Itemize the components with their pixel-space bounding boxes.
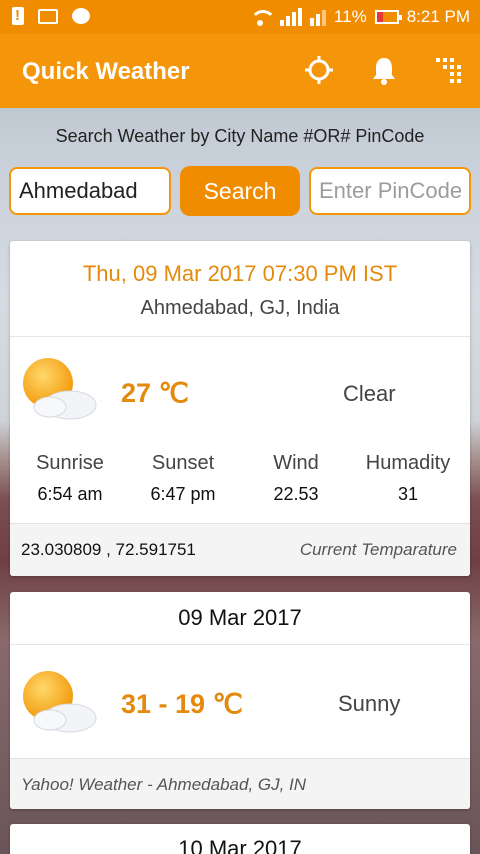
forecast-condition: Sunny <box>338 691 401 716</box>
signal-icon <box>279 8 302 26</box>
forecast-source: Yahoo! Weather - Ahmedabad, GJ, IN <box>21 775 307 794</box>
forecast-temp-range: 31 - 19 ℃ <box>121 689 243 719</box>
current-temp-label: Current Temparature <box>299 540 457 559</box>
stat-label-humidity: Humadity <box>365 452 451 474</box>
partly-cloudy-icon <box>23 671 97 733</box>
alert-notification-icon <box>12 7 24 25</box>
card-footer: Yahoo! Weather - Ahmedabad, GJ, IN <box>10 758 470 809</box>
divider <box>10 644 470 645</box>
stat-value-sunset: 6:47 pm <box>150 484 216 504</box>
forecast-card: 09 Mar 2017 31 - 19 ℃ Sunny Yahoo! Weath… <box>10 592 470 809</box>
pincode-input[interactable] <box>309 167 471 215</box>
locate-icon[interactable] <box>301 52 337 88</box>
wifi-icon <box>248 8 276 26</box>
card-footer: 23.030809 , 72.591751 Current Temparatur… <box>10 523 470 576</box>
current-temp: 27 ℃ <box>121 378 189 408</box>
forecast-card: 10 Mar 2017 <box>10 824 470 854</box>
mail-notification-icon <box>38 9 58 24</box>
current-datetime: Thu, 09 Mar 2017 07:30 PM IST <box>82 261 398 286</box>
chat-notification-icon <box>72 8 90 24</box>
coordinates: 23.030809 , 72.591751 <box>21 540 196 559</box>
stat-value-humidity: 31 <box>397 484 419 504</box>
grid-menu-icon[interactable] <box>430 52 466 88</box>
search-button[interactable]: Search <box>180 166 300 216</box>
stat-value-sunrise: 6:54 am <box>37 484 103 504</box>
current-condition: Clear <box>343 381 396 406</box>
bell-icon[interactable] <box>366 52 402 88</box>
forecast-date: 09 Mar 2017 <box>178 605 302 630</box>
stat-label-sunrise: Sunrise <box>36 452 104 474</box>
city-input[interactable] <box>9 167 171 215</box>
forecast-date: 10 Mar 2017 <box>178 836 302 854</box>
status-bar: 11% 8:21 PM <box>0 0 480 34</box>
app-title: Quick Weather <box>22 58 190 85</box>
current-weather-card: Thu, 09 Mar 2017 07:30 PM IST Ahmedabad,… <box>10 241 470 576</box>
current-location: Ahmedabad, GJ, India <box>140 297 340 319</box>
signal-icon-2 <box>309 8 326 26</box>
divider <box>10 336 470 337</box>
battery-icon <box>374 10 402 24</box>
clock: 8:21 PM <box>406 7 470 26</box>
battery-percent: 11% <box>333 7 367 26</box>
stat-label-wind: Wind <box>273 452 319 474</box>
partly-cloudy-icon <box>23 358 97 420</box>
search-hint: Search Weather by City Name #OR# PinCode <box>55 126 425 146</box>
stat-label-sunset: Sunset <box>151 452 215 474</box>
app-bar: Quick Weather <box>0 34 480 108</box>
stat-value-wind: 22.53 <box>273 484 319 504</box>
